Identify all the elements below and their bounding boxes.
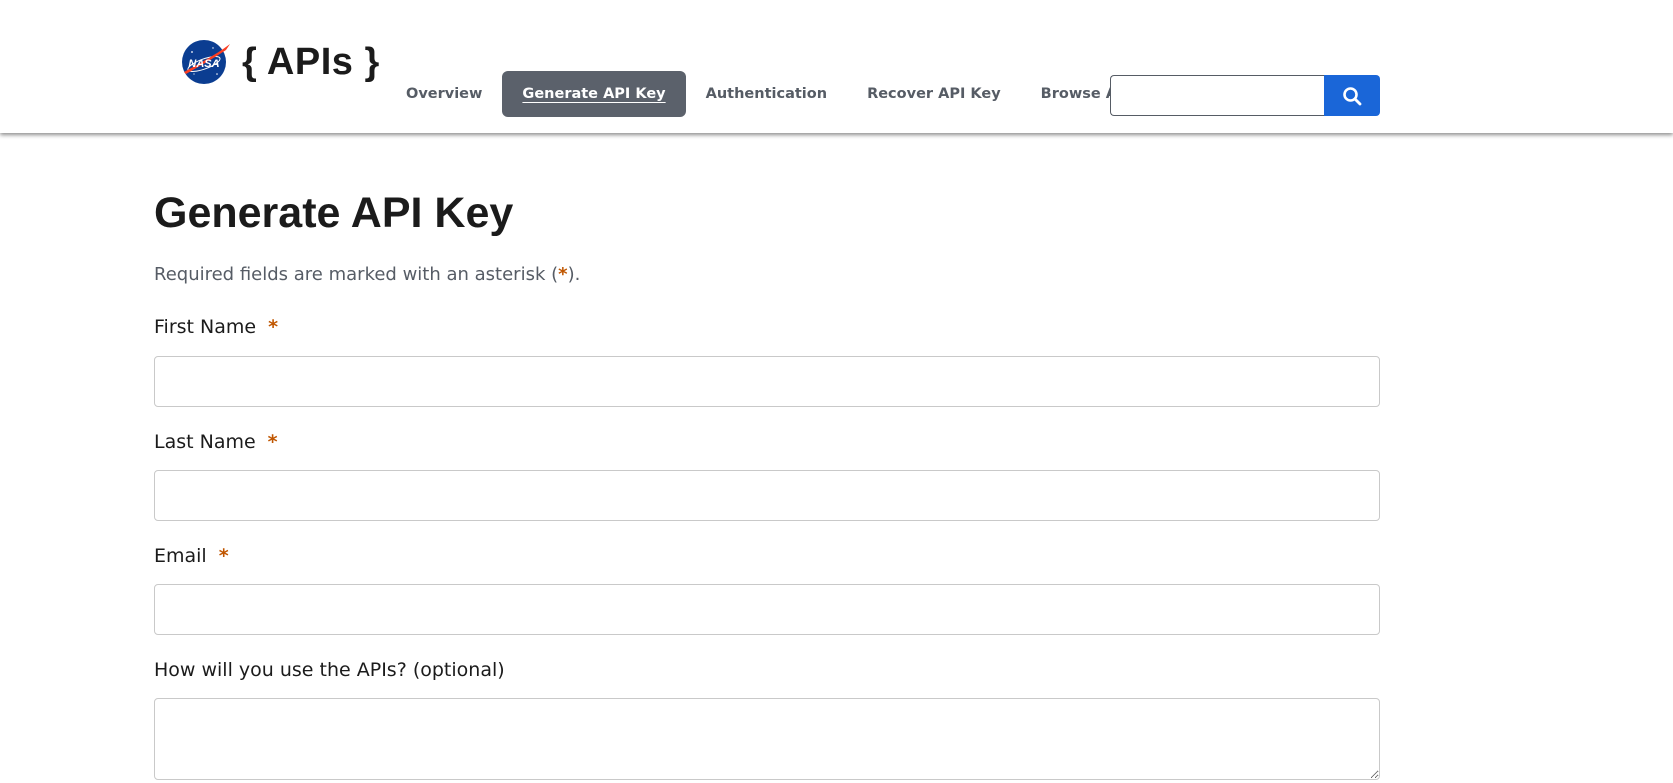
first-name-label-text: First Name — [154, 316, 257, 338]
required-fields-note: Required fields are marked with an aster… — [154, 264, 580, 285]
email-label: Email * — [154, 545, 229, 567]
main-nav: Overview Generate API Key Authentication… — [386, 71, 1162, 117]
brand-title: { APIs } — [242, 41, 380, 83]
email-required-marker: * — [218, 545, 229, 567]
api-usage-label-text: How will you use the APIs? (optional) — [154, 659, 505, 681]
required-note-suffix: ). — [567, 264, 581, 285]
search-icon — [1343, 86, 1362, 105]
last-name-label: Last Name * — [154, 431, 278, 453]
api-usage-textarea[interactable] — [154, 698, 1380, 780]
nasa-logo-icon: NASA — [182, 40, 230, 84]
api-usage-label: How will you use the APIs? (optional) — [154, 659, 505, 681]
email-field[interactable] — [154, 584, 1380, 635]
last-name-label-text: Last Name — [154, 431, 256, 453]
last-name-field[interactable] — [154, 470, 1380, 521]
search-input[interactable] — [1110, 75, 1324, 116]
first-name-field[interactable] — [154, 356, 1380, 407]
page-title: Generate API Key — [154, 189, 514, 237]
nav-item-recover-api-key[interactable]: Recover API Key — [847, 71, 1021, 117]
nav-item-overview[interactable]: Overview — [386, 71, 502, 117]
search-button[interactable] — [1324, 75, 1380, 116]
home-link[interactable]: NASA { APIs } — [180, 36, 380, 88]
email-label-text: Email — [154, 545, 207, 567]
first-name-label: First Name * — [154, 316, 278, 338]
first-name-required-marker: * — [268, 316, 279, 338]
nav-item-generate-api-key[interactable]: Generate API Key — [502, 71, 686, 117]
nasa-logo-text: NASA — [188, 58, 219, 70]
required-asterisk: * — [558, 264, 568, 285]
nav-item-authentication[interactable]: Authentication — [686, 71, 847, 117]
search-form — [1110, 75, 1380, 116]
site-header: NASA { APIs } Overview Generate API Key … — [0, 0, 1673, 133]
required-note-prefix: Required fields are marked with an aster… — [154, 264, 559, 285]
last-name-required-marker: * — [267, 431, 278, 453]
